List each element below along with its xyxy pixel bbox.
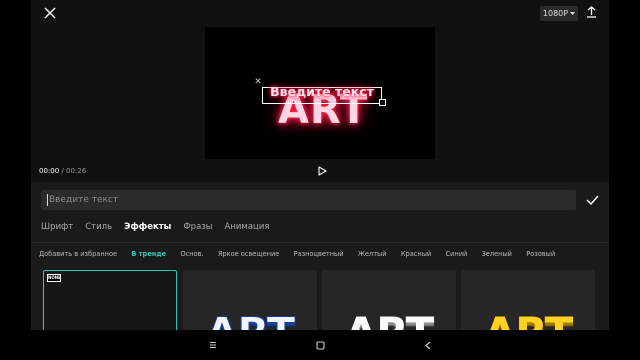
close-button[interactable] — [43, 6, 57, 20]
nav-home-button[interactable] — [315, 340, 325, 350]
resize-handle[interactable] — [379, 99, 386, 106]
text-editor-screen: 1080P ART Введите текст ✕ 00:00 / 00:26 — [31, 0, 609, 360]
tab-phrases[interactable]: Фразы — [183, 222, 212, 234]
tabs-divider — [31, 242, 609, 243]
tab-font[interactable]: Шрифт — [41, 222, 73, 234]
category-green[interactable]: Зеленый — [482, 250, 512, 260]
category-blue[interactable]: Синий — [446, 250, 468, 260]
category-yellow[interactable]: Желтый — [358, 250, 387, 260]
time-total: 00:26 — [66, 167, 87, 175]
time-current: 00:00 — [39, 167, 60, 175]
left-letterbox — [0, 0, 31, 360]
tab-style[interactable]: Стиль — [85, 222, 112, 234]
tab-animation[interactable]: Анимация — [225, 222, 270, 234]
resolution-dropdown[interactable]: 1080P — [540, 6, 578, 21]
text-selection-box[interactable]: Введите текст — [262, 84, 382, 104]
play-icon — [317, 166, 327, 176]
upload-icon — [586, 6, 596, 18]
nav-recents-button[interactable] — [208, 340, 218, 350]
right-letterbox — [609, 0, 640, 360]
tab-effects[interactable]: Эффекты — [124, 222, 171, 234]
category-favorites[interactable]: Добавить в избранное — [39, 250, 117, 260]
category-multicolor[interactable]: Разноцветный — [294, 250, 344, 260]
category-trending[interactable]: В тренде — [131, 250, 166, 260]
play-button[interactable] — [315, 164, 329, 178]
style-tabs: Шрифт Стиль Эффекты Фразы Анимация — [41, 222, 281, 234]
category-bright-light[interactable]: Яркое освещение — [218, 250, 279, 260]
effect-categories: Добавить в избранное В тренде Основ. Ярк… — [39, 250, 569, 260]
checkmark-icon — [586, 195, 599, 205]
text-input-box[interactable] — [41, 190, 576, 210]
category-basic[interactable]: Основ. — [180, 250, 203, 260]
export-button[interactable] — [584, 5, 598, 19]
resolution-label: 1080P — [542, 9, 569, 18]
system-nav-bar — [0, 330, 640, 360]
video-preview[interactable]: ART Введите текст ✕ — [205, 27, 435, 159]
text-caret — [47, 194, 48, 206]
menu-icon — [210, 342, 216, 348]
caret-down-icon — [570, 11, 576, 15]
delete-text-handle[interactable]: ✕ — [253, 77, 263, 87]
nav-back-button[interactable] — [423, 340, 433, 350]
time-separator: / — [59, 167, 66, 175]
back-chevron-icon — [425, 341, 431, 349]
text-input[interactable] — [49, 190, 569, 210]
none-icon: NONE — [47, 274, 61, 282]
overlay-text: Введите текст — [270, 84, 374, 99]
confirm-button[interactable] — [585, 193, 599, 207]
close-icon — [44, 7, 56, 19]
square-icon — [315, 340, 325, 350]
category-pink[interactable]: Розовый — [526, 250, 555, 260]
playback-time: 00:00 / 00:26 — [39, 167, 86, 175]
category-red[interactable]: Красный — [401, 250, 431, 260]
